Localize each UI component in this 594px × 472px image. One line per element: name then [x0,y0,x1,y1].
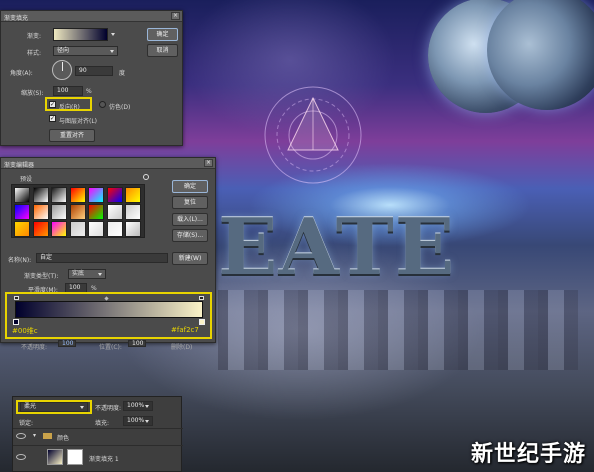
dither-checkbox[interactable] [99,101,106,108]
color-stop-right[interactable] [199,319,205,325]
opacity-stop-left[interactable] [14,296,19,300]
text-reflection [218,290,578,370]
presets-grid [11,184,145,238]
preset-swatch[interactable] [14,204,30,220]
align-label: 与图层对齐(L) [59,118,98,125]
editor-reset-button[interactable]: 复位 [172,196,208,209]
dither-label: 仿色(D) [109,104,131,111]
eye-icon[interactable] [16,433,26,439]
dialog-title: 渐变填充 [4,15,29,22]
type-select[interactable]: 实底 [68,269,106,279]
preset-swatch[interactable] [32,204,49,220]
preset-swatch[interactable] [32,187,49,203]
preset-swatch[interactable] [106,221,123,237]
dialog-title: 渐变编辑器 [4,162,35,169]
layers-panel: 柔光 不透明度: 100% 锁定: 填充: 100% ▾ 颜色 渐变填充 1 [12,396,183,472]
watermark: 新世纪手游 [470,442,586,467]
reset-align-button[interactable]: 重置对齐 [49,129,95,142]
gradient-preview[interactable] [53,28,108,41]
preset-swatch[interactable] [88,187,104,203]
blend-mode-select[interactable]: 柔光 [20,402,88,412]
name-label: 名称(N): [8,257,32,264]
align-checkbox[interactable]: ✓ [49,115,56,122]
opacity-input[interactable]: 100 [58,340,76,347]
eye-icon[interactable] [16,454,26,460]
opacity-stop-right[interactable] [199,296,204,300]
presets-label: 预设 [20,176,33,183]
preset-swatch[interactable] [69,204,86,220]
color-stop-left[interactable] [13,319,19,325]
preset-swatch[interactable] [125,221,141,237]
preset-swatch[interactable] [32,221,49,237]
right-color-value: #faf2c7 [171,326,199,334]
scale-unit: % [86,88,92,95]
new-button[interactable]: 新建(W) [172,252,208,265]
preset-swatch[interactable] [69,187,86,203]
delete-label[interactable]: 删除(D) [171,342,192,351]
preset-swatch[interactable] [14,187,30,203]
gradient-fill-dialog: 渐变填充 × 渐变: 样式: 径向 角度(A): 90 度 缩放(S): 100… [0,10,183,146]
group-name: 颜色 [57,435,70,442]
fill-label: 填充: [95,420,110,427]
layer-opacity-input[interactable]: 100% [123,401,153,411]
style-select[interactable]: 径向 [53,46,118,56]
preset-swatch[interactable] [14,221,30,237]
save-button[interactable]: 存储(S)... [172,229,208,242]
preset-swatch[interactable] [125,204,141,220]
preset-swatch[interactable] [51,204,67,220]
type-label: 渐变类型(T): [24,273,59,280]
layer-thumbnail [47,449,63,465]
gradient-bar[interactable] [15,301,203,318]
gradient-dropdown-icon[interactable] [111,33,115,36]
angle-input[interactable]: 90 [75,66,113,76]
layer-opacity-label: 不透明度: [95,405,122,412]
location-label: 位置(C): [99,344,122,351]
cancel-button[interactable]: 取消 [147,44,178,57]
artwork-title: EATE [218,202,456,293]
preset-swatch[interactable] [88,204,104,220]
location-input[interactable]: 100 [128,340,146,347]
load-button[interactable]: 载入(L)... [172,213,208,226]
style-label: 样式: [27,50,42,57]
degree-unit: 度 [119,70,126,77]
opacity-label: 不透明度: [21,344,48,351]
layer-name: 渐变填充 1 [89,456,119,463]
smooth-unit: % [91,285,97,292]
layer-mask-thumbnail [67,449,83,465]
hologram-rings [264,86,362,184]
scale-label: 缩放(S): [21,90,44,97]
scale-input[interactable]: 100 [53,86,83,96]
angle-label: 角度(A): [10,70,33,77]
reverse-highlight [45,97,92,111]
fill-input[interactable]: 100% [123,416,153,426]
preset-swatch[interactable] [106,204,123,220]
gradient-editor-dialog: 渐变编辑器 × 预设 确定 复位 载入(L)... 存储(S)... 名称(N)… [0,157,216,351]
preset-swatch[interactable] [51,187,67,203]
chevron-down-icon[interactable]: ▾ [33,432,36,439]
preset-swatch[interactable] [125,187,141,203]
lock-label: 锁定: [19,420,34,427]
preset-swatch[interactable] [106,187,123,203]
left-color-value: #00维c [12,327,38,335]
preset-swatch[interactable] [69,221,86,237]
gradient-editor-titlebar: 渐变编辑器 × [1,158,215,169]
preset-swatch[interactable] [88,221,104,237]
presets-gear-icon[interactable] [143,174,149,180]
gradient-label: 渐变: [27,33,42,40]
editor-ok-button[interactable]: 确定 [172,180,208,193]
name-input[interactable]: 自定 [36,253,168,263]
preset-swatch[interactable] [51,221,67,237]
ok-button[interactable]: 确定 [147,28,178,41]
layer-group-row[interactable]: ▾ 颜色 [13,428,183,444]
close-icon[interactable]: × [204,159,213,167]
layer-row[interactable]: 渐变填充 1 [13,445,183,467]
close-icon[interactable]: × [171,12,180,20]
gradient-fill-titlebar: 渐变填充 × [1,11,182,22]
angle-dial[interactable] [52,60,72,80]
folder-icon [43,433,52,439]
